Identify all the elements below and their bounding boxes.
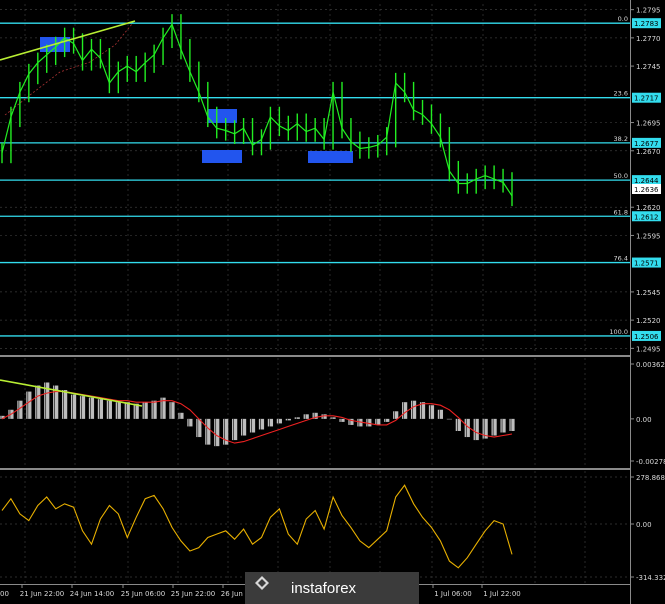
cci-line [1, 484, 513, 569]
fib-level-label: 23.6 [614, 90, 628, 98]
macd-histogram-bar [437, 409, 444, 419]
macd-histogram-bar [142, 402, 148, 419]
price-tick-label: 1.2620 [636, 204, 661, 212]
fib-price-text: 1.2644 [634, 177, 659, 185]
macd-histogram-bar [446, 418, 452, 420]
price-tick-label: 1.2695 [636, 120, 661, 128]
watermark: instaforex [245, 572, 419, 604]
fibonacci-levels: 0.0 23.6 38.2 50.0 61.8 76.4 100.0 [0, 15, 630, 337]
macd-histogram-bar [339, 418, 345, 422]
macd-histogram-bar [285, 418, 291, 421]
macd-histogram-bar [232, 418, 238, 441]
chart-area: 0.023.638.250.061.876.4100.0 0.003620.00… [0, 0, 665, 604]
price-tick-label: 1.2745 [636, 63, 661, 71]
macd-histogram-bar [303, 414, 309, 419]
price-tick-label: 1.2545 [636, 289, 661, 297]
fib-price-text: 1.2506 [634, 333, 659, 341]
macd-signal-line [1, 391, 513, 444]
highlight-rectangles [40, 37, 353, 163]
macd-histogram-bar [375, 418, 381, 425]
macd-histogram-bar [124, 402, 130, 419]
cci-tick-label: -314.332 [636, 574, 665, 582]
time-tick-label: 00 [0, 590, 9, 598]
highlight-box [308, 151, 353, 163]
fib-level-label: 0.0 [618, 15, 628, 23]
fib-price-text: 1.2783 [634, 20, 659, 28]
price-tick-label: 1.2770 [636, 35, 661, 43]
macd-histogram-bar [187, 418, 193, 427]
macd-histogram-bar [267, 418, 274, 427]
macd-histogram-bar [240, 418, 247, 436]
macd-histogram-bar [384, 418, 390, 422]
macd-histogram-bar [62, 390, 68, 419]
macd-histogram-bar [196, 418, 202, 438]
macd-histogram-bar [151, 400, 157, 419]
macd-tick-label: 0.00 [636, 416, 652, 424]
price-tick-label: 1.2670 [636, 148, 661, 156]
price-tick-label: 1.2595 [636, 232, 661, 240]
macd-histogram-bar [106, 400, 112, 419]
fib-level-label: 61.8 [614, 208, 628, 216]
cci-tick-label: 278.868 [636, 474, 665, 482]
fib-level-label: 100.0 [609, 328, 628, 336]
macd-histogram-bar [294, 417, 300, 419]
macd-histogram-bar [169, 402, 175, 419]
time-tick-label: 24 Jun 14:00 [70, 590, 114, 598]
macd-panel: 0.00362 0.00 -0.00278 [0, 361, 665, 466]
macd-histogram-bar [393, 411, 399, 419]
macd-histogram-bar [249, 418, 256, 433]
macd-histogram-bar [26, 391, 32, 419]
macd-histogram-bar [178, 412, 184, 419]
macd-histogram-bar [115, 402, 121, 419]
macd-histogram-bar [455, 418, 461, 431]
fib-level-label: 76.4 [614, 255, 628, 263]
cci-panel: 278.868 0.00 -314.332 [0, 474, 665, 582]
watermark-text: instaforex [291, 580, 357, 597]
current-price-label: 1.2636 [632, 184, 661, 194]
macd-histogram-bar [509, 418, 515, 431]
macd-histogram-bar [428, 405, 435, 419]
grid-lines [0, 4, 630, 583]
macd-histogram-bar [97, 399, 104, 419]
time-tick-label: 1 Jul 22:00 [483, 590, 521, 598]
macd-histogram-bar [205, 418, 211, 445]
price-tick-label: 1.2795 [636, 7, 661, 15]
fib-price-text: 1.2571 [634, 260, 659, 268]
macd-histogram-bar [473, 418, 479, 441]
price-axis: 1.2783 1.2717 1.2677 1.2644 1.2612 1.2571 1.25… [630, 7, 661, 353]
macd-histogram-bar [258, 418, 265, 430]
time-tick-label: 25 Jun 22:00 [171, 590, 215, 598]
macd-histogram-bar [70, 394, 77, 419]
price-tick-label: 1.2495 [636, 345, 661, 353]
fib-level-label: 38.2 [614, 135, 628, 143]
fib-price-text: 1.2677 [634, 140, 659, 148]
fib-price-text: 1.2717 [634, 95, 659, 103]
time-tick-label: 21 Jun 22:00 [20, 590, 64, 598]
macd-histogram-bar [330, 417, 336, 419]
macd-histogram-bar [491, 418, 497, 436]
macd-histogram-bar [402, 402, 408, 419]
time-tick-label: 25 Jun 06:00 [121, 590, 165, 598]
price-line [1, 22, 513, 197]
highlight-box [202, 150, 242, 163]
highlight-box [208, 109, 237, 123]
macd-histogram-bar [79, 396, 86, 419]
macd-tick-label: 0.00362 [636, 361, 665, 369]
macd-tick-label: -0.00278 [636, 458, 665, 466]
macd-histogram-bar [410, 400, 417, 419]
fib-level-label: 50.0 [614, 172, 628, 180]
panel-frames [0, 0, 631, 604]
macd-histogram-bar [88, 397, 95, 419]
cci-tick-label: 0.00 [636, 521, 652, 529]
macd-histogram-bar [35, 385, 41, 419]
fib-price-text: 1.2612 [634, 213, 659, 221]
macd-histogram-bar [276, 418, 282, 424]
macd-histogram-bar [500, 418, 506, 433]
current-price-text: 1.2636 [634, 186, 659, 194]
macd-histogram-bar [214, 418, 220, 447]
price-series [1, 14, 513, 207]
trendline-price [0, 20, 136, 61]
price-tick-label: 1.2520 [636, 317, 661, 325]
time-tick-label: 1 Jul 06:00 [434, 590, 472, 598]
